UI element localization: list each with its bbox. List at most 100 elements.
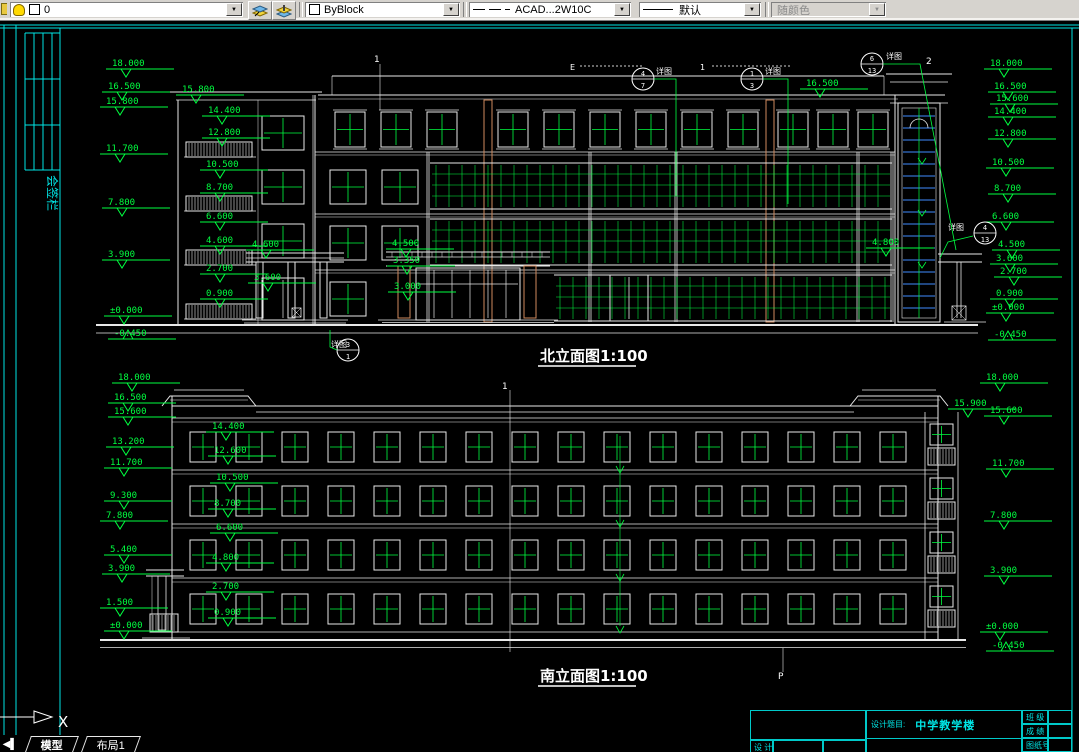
layer-combo-dropdown-arrow[interactable]: ▼ [226, 3, 242, 16]
svg-text:16.500: 16.500 [114, 393, 147, 403]
svg-text:18.000: 18.000 [112, 59, 145, 69]
linetype-combo[interactable]: ACAD...2W10C ▼ [469, 2, 631, 17]
grid-label: X [58, 713, 68, 731]
toolbar-separator [299, 2, 303, 17]
svg-text:7: 7 [641, 82, 645, 90]
svg-text:4.800: 4.800 [212, 553, 239, 563]
svg-text:18.000: 18.000 [118, 373, 151, 383]
svg-text:12.800: 12.800 [208, 128, 241, 138]
svg-text:13.200: 13.200 [112, 437, 145, 447]
svg-text:3.900: 3.900 [108, 250, 135, 260]
grid-label: 1 [700, 63, 705, 72]
layers-arrow-icon [252, 4, 268, 17]
lineweight-combo[interactable]: 默认 ▼ [639, 2, 761, 17]
tab-layout1-label: 布局1 [96, 739, 125, 752]
tab-model-label: 模型 [40, 739, 63, 752]
tab-layout1[interactable]: 布局1 [81, 736, 142, 752]
linetype-combo-dropdown-arrow[interactable]: ▼ [614, 3, 630, 16]
layer-previous-button[interactable] [272, 1, 296, 20]
autocad-window: { "toolbar": { "layer_name": "0", "color… [0, 0, 1079, 752]
layout-tab-bar: ◀▌ 模型 布局1 [0, 735, 200, 752]
detail-label: 详图 [948, 222, 964, 232]
svg-text:4.600: 4.600 [206, 236, 233, 246]
svg-text:13: 13 [868, 67, 876, 75]
svg-text:4.600: 4.600 [252, 240, 279, 250]
title-block-design-label: 设 计 [750, 740, 773, 752]
svg-text:8.700: 8.700 [994, 184, 1021, 194]
svg-text:2.700: 2.700 [1000, 267, 1027, 277]
svg-text:7.800: 7.800 [990, 511, 1017, 521]
layer-combo[interactable]: 0 ▼ [10, 2, 243, 17]
svg-text:1: 1 [750, 70, 754, 78]
svg-text:11.700: 11.700 [110, 458, 143, 468]
color-combo-dropdown-arrow[interactable]: ▼ [443, 3, 459, 16]
svg-text:4: 4 [641, 70, 645, 78]
svg-text:3.350: 3.350 [393, 256, 420, 266]
svg-text:3.600: 3.600 [254, 273, 281, 283]
grid-label: P [778, 672, 784, 682]
svg-text:10.500: 10.500 [992, 158, 1025, 168]
ucs-icon [0, 710, 54, 724]
plot-style-dropdown-arrow: ▼ [869, 3, 885, 16]
svg-text:13: 13 [981, 236, 989, 244]
title-block-cell [1048, 710, 1072, 724]
drawing-canvas[interactable]: 会签栏北立面图1:100 18.000 16.500 15.800 15.800 11.7… [0, 22, 1079, 752]
svg-text:11.700: 11.700 [992, 459, 1025, 469]
svg-text:4.800: 4.800 [872, 238, 899, 248]
layers-stack-icon [276, 4, 292, 18]
detail-label: 详图 [765, 66, 781, 76]
svg-text:3.000: 3.000 [394, 282, 421, 292]
grid-label: E [570, 63, 575, 72]
title-block-cell [1048, 724, 1072, 738]
south-elevation-title: 南立面图1:100 [540, 667, 648, 685]
svg-text:9.300: 9.300 [110, 491, 137, 501]
svg-text:10.500: 10.500 [206, 160, 239, 170]
title-block-sheetno-label: 图纸号 [1022, 738, 1048, 752]
svg-text:6.600: 6.600 [992, 212, 1019, 222]
svg-text:12.800: 12.800 [994, 129, 1027, 139]
current-color-swatch [309, 4, 320, 15]
svg-text:10.500: 10.500 [216, 473, 249, 483]
signature-bar-table: 会签栏 [24, 32, 61, 211]
tab-model[interactable]: 模型 [25, 736, 79, 752]
signature-bar-label: 会签栏 [45, 175, 60, 211]
svg-text:3.900: 3.900 [108, 564, 135, 574]
color-value: ByBlock [324, 3, 364, 16]
svg-text:3: 3 [750, 82, 754, 90]
svg-text:12.600: 12.600 [214, 446, 247, 456]
svg-text:6.600: 6.600 [206, 212, 233, 222]
detail-label: 详图 [331, 339, 347, 349]
svg-text:±0.000: ±0.000 [986, 622, 1019, 632]
object-properties-toolbar: 0 ▼ ByBlock ▼ ACAD...2W10C ▼ 默认 ▼ 随颜色 ▼ [0, 0, 1079, 21]
annotations: 471361341331详图 详图详图详图详图1 2E 11PX [58, 51, 997, 731]
svg-text:1: 1 [346, 353, 350, 361]
lineweight-combo-dropdown-arrow[interactable]: ▼ [744, 3, 760, 16]
grid-label: 1 [502, 382, 508, 392]
grid-label: 1 [374, 55, 380, 65]
title-block-class-label: 班 级 [1022, 710, 1048, 724]
north-elevation-title: 北立面图1:100 [540, 347, 648, 365]
grid-label: 2 [926, 57, 932, 67]
drawing-area[interactable]: 会签栏 北立面图1:100 18.000 16.500 15.800 15.800 11.7… [0, 22, 1079, 752]
svg-text:15.600: 15.600 [996, 94, 1029, 104]
svg-text:16.500: 16.500 [108, 82, 141, 92]
tab-navigation-icon[interactable]: ◀▌ [0, 737, 20, 752]
north-level-markers: 18.000 16.500 15.800 15.800 11.700 7.800 3.900… [100, 59, 1062, 341]
toolbar-separator [765, 2, 769, 17]
plot-style-combo[interactable]: 随颜色 ▼ [771, 2, 886, 17]
title-block-cell [773, 740, 823, 752]
title-block-cell [1048, 738, 1072, 752]
make-object-layer-current-button[interactable] [248, 1, 272, 20]
svg-text:11.700: 11.700 [106, 144, 139, 154]
color-combo[interactable]: ByBlock ▼ [305, 2, 460, 17]
title-block: 设 计 制 图 设计题目: 中学教学楼 南立面 北立面图 班 级 成 绩 图纸号… [750, 710, 1072, 752]
svg-text:4: 4 [983, 224, 987, 232]
svg-text:±0.000: ±0.000 [992, 303, 1025, 313]
svg-text:±0.000: ±0.000 [110, 306, 143, 316]
svg-text:±0.000: ±0.000 [110, 621, 143, 631]
plot-style-value: 随颜色 [777, 4, 810, 17]
svg-text:7.800: 7.800 [108, 198, 135, 208]
svg-text:16.500: 16.500 [806, 79, 839, 89]
svg-text:15.800: 15.800 [106, 97, 139, 107]
layer-lightbulb-icon [13, 3, 25, 16]
